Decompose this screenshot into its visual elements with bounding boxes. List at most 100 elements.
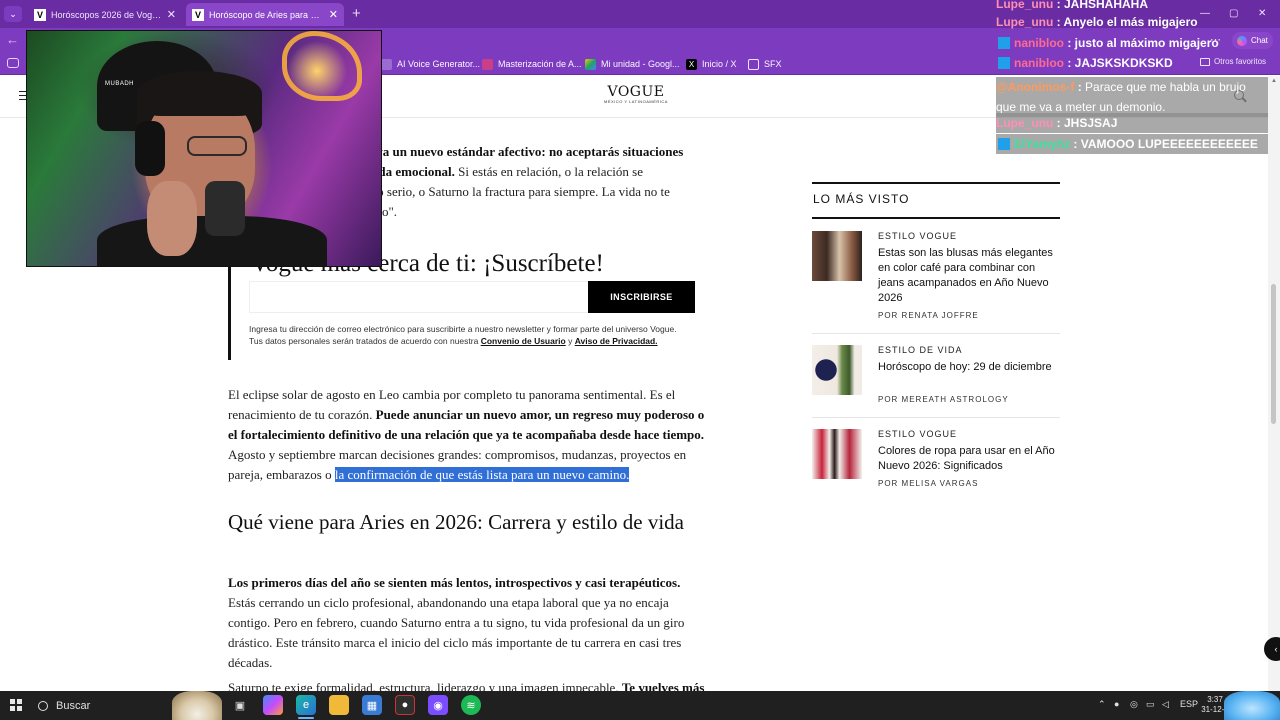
tab-horoscopo-aries[interactable]: V Horóscopo de Aries para el año 20 ✕ — [186, 3, 344, 26]
item-author: POR MELISA VARGAS — [878, 479, 979, 488]
close-tab-icon[interactable]: ✕ — [329, 8, 338, 21]
chat-username: Lupe_unu — [996, 116, 1054, 130]
chat-text: VAMOOO LUPEEEEEEEEEEEE — [1080, 137, 1258, 151]
tab-actions-menu-button[interactable]: ⌄ — [4, 6, 22, 22]
article-thumbnail[interactable] — [812, 429, 862, 479]
legal-and: y — [568, 336, 573, 346]
chat-badge-icon — [998, 37, 1010, 49]
chat-message: nanibloo : justo al máximo migajero — [996, 33, 1268, 53]
chat-text: justo al máximo migajero — [1074, 36, 1219, 50]
search-icon — [38, 700, 48, 711]
chat-username: nanibloo — [1014, 56, 1064, 70]
new-tab-button[interactable]: + — [352, 5, 361, 22]
chat-separator: : — [1070, 137, 1081, 151]
p4-text: Saturno te exige formalidad, estructura,… — [228, 680, 619, 691]
tab-horoscopos-2026[interactable]: V Horóscopos 2026 de Vogue: Las p ✕ — [28, 3, 182, 26]
language-indicator[interactable]: ESP — [1180, 699, 1198, 709]
volume-icon[interactable]: ◁ — [1162, 699, 1169, 710]
bookmark-label: Mi unidad - Googl... — [601, 59, 680, 69]
back-arrow-icon[interactable]: ← — [6, 32, 19, 47]
chat-message: Lupe_unu : Anyelo el más migajero — [996, 12, 1268, 32]
neon-sign — [282, 31, 362, 101]
active-app-indicator — [298, 717, 314, 719]
article-paragraph-4: Saturno te exige formalidad, estructura,… — [228, 678, 708, 691]
scroll-up-icon[interactable]: ▲ — [1271, 78, 1277, 84]
app-icon[interactable]: ◉ — [428, 695, 448, 715]
windows-start-icon[interactable] — [10, 699, 22, 711]
most-viewed-item[interactable]: ESTILO VOGUE Colores de ropa para usar e… — [812, 429, 1060, 491]
location-icon[interactable]: ◎ — [1130, 699, 1138, 710]
copilot-icon[interactable] — [263, 695, 283, 715]
item-title[interactable]: Colores de ropa para usar en el Año Nuev… — [878, 444, 1060, 474]
headphones — [135, 121, 165, 176]
spotify-icon[interactable]: ≋ — [461, 695, 481, 715]
chat-text: JAJSKSKDKSKD — [1074, 56, 1173, 70]
most-viewed-item[interactable]: ESTILO VOGUE Estas son las blusas más el… — [812, 231, 1060, 326]
tab-label: Horóscopos 2026 de Vogue: Las p — [51, 9, 162, 20]
bookmark-ai-voice[interactable]: AI Voice Generator... — [381, 57, 480, 71]
bookmark-mi-unidad[interactable]: Mi unidad - Googl... — [585, 57, 680, 71]
windows-taskbar: Buscar ▣ e ▦ ● ◉ ≋ ⌃ ● ◎ ▭ ◁ ESP 3:37 31… — [0, 691, 1280, 720]
chat-separator: : — [1074, 80, 1086, 94]
site-icon — [482, 58, 493, 70]
chat-separator: : — [1064, 56, 1075, 70]
chat-text: JAHSHAHAHA — [1064, 0, 1149, 11]
sidebar-separator — [812, 417, 1060, 418]
widgets-cloud-image[interactable] — [1224, 691, 1280, 720]
bookmark-inicio-x[interactable]: X Inicio / X — [686, 57, 737, 71]
tab-label: Horóscopo de Aries para el año 20 — [209, 9, 324, 20]
bookmark-label: Inicio / X — [702, 59, 737, 69]
article-thumbnail[interactable] — [812, 231, 862, 281]
sidebar-top-rule — [812, 182, 1060, 184]
item-title[interactable]: Estas son las blusas más elegantes en co… — [878, 246, 1060, 306]
vogue-logo[interactable]: VOGUE MÉXICO Y LATINOAMÉRICA — [596, 85, 676, 104]
glasses — [187, 136, 247, 156]
task-view-icon[interactable]: ▣ — [230, 695, 250, 715]
item-category[interactable]: ESTILO VOGUE — [878, 429, 957, 439]
network-icon[interactable]: ▭ — [1146, 699, 1155, 710]
chat-separator: : — [1053, 116, 1064, 130]
chat-message: Lupe_unu : JHSJSAJ — [996, 113, 1268, 133]
p4-bold: Te vuelves más — [621, 680, 705, 691]
folder-icon — [381, 58, 392, 70]
bookmark-sfx[interactable]: SFX — [748, 57, 782, 71]
chat-message: nanibloo : JAJSKSKDKSKD — [996, 53, 1268, 73]
chat-username: Lupe_unu — [996, 0, 1054, 11]
chat-message: ElYamyhz : VAMOOO LUPEEEEEEEEEEEE — [996, 134, 1268, 154]
item-category[interactable]: ESTILO VOGUE — [878, 231, 957, 241]
p1-line3: ecto serio, o Saturno la fractura para s… — [362, 184, 670, 199]
chat-text: JHSJSAJ — [1064, 116, 1118, 130]
edge-browser-icon[interactable]: e — [296, 695, 316, 715]
file-explorer-icon[interactable] — [329, 695, 349, 715]
search-highlight-image — [172, 691, 222, 720]
obs-icon[interactable]: ● — [395, 695, 415, 715]
bookmark-masterizacion[interactable]: Masterización de A... — [482, 57, 582, 71]
folder-icon — [748, 58, 759, 70]
item-title[interactable]: Horóscopo de hoy: 29 de diciembre — [878, 360, 1060, 375]
reading-view-icon[interactable] — [7, 58, 19, 68]
chat-text: Anyelo el más migajero — [1063, 15, 1198, 29]
chat-separator: : — [1053, 15, 1064, 29]
tray-overflow-icon[interactable]: ⌃ — [1098, 699, 1106, 710]
scrollbar-thumb[interactable] — [1271, 284, 1276, 424]
newsletter-email-input[interactable] — [249, 281, 589, 313]
privacy-notice-link[interactable]: Aviso de Privacidad. — [575, 336, 658, 346]
most-viewed-item[interactable]: ESTILO DE VIDA Horóscopo de hoy: 29 de d… — [812, 345, 1060, 407]
subscribe-button[interactable]: INSCRIBIRSE — [588, 281, 695, 313]
p1-line4: o". — [382, 204, 398, 219]
article-thumbnail[interactable] — [812, 345, 862, 395]
user-agreement-link[interactable]: Convenio de Usuario — [481, 336, 566, 346]
page-scrollbar[interactable]: ▲ — [1268, 76, 1280, 691]
p1-rest: Si estás en relación, o la relación se — [458, 164, 643, 179]
selected-text[interactable]: la confirmación de que estás lista para … — [334, 467, 630, 482]
newsletter-legal-text: Ingresa tu dirección de correo electróni… — [249, 323, 689, 347]
microsoft-store-icon[interactable]: ▦ — [362, 695, 382, 715]
item-category[interactable]: ESTILO DE VIDA — [878, 345, 963, 355]
close-tab-icon[interactable]: ✕ — [167, 8, 176, 21]
item-author: POR MEREATH ASTROLOGY — [878, 395, 1009, 404]
sidebar-divider — [812, 217, 1060, 219]
microphone-icon[interactable]: ● — [1114, 699, 1119, 709]
p1-bold: activa un nuevo estándar afectivo: no ac… — [356, 144, 684, 159]
chair-brand: MUBADH — [105, 81, 135, 87]
logo-subtitle: MÉXICO Y LATINOAMÉRICA — [604, 99, 668, 104]
